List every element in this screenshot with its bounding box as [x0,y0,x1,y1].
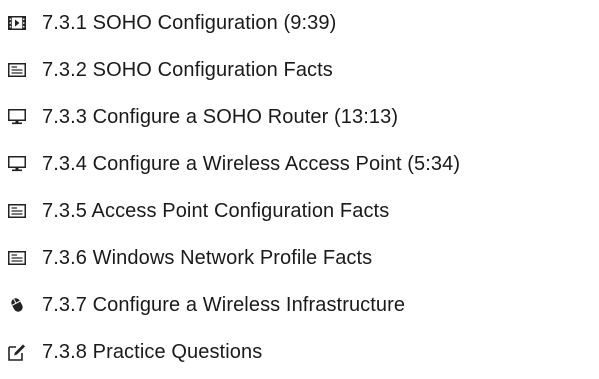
lesson-item-label: 7.3.2 SOHO Configuration Facts [42,58,333,81]
lesson-item-7-3-6[interactable]: 7.3.6 Windows Network Profile Facts [0,238,372,278]
document-icon [8,249,26,267]
lesson-item-7-3-3[interactable]: 7.3.3 Configure a SOHO Router (13:13) [0,97,398,137]
document-icon [8,61,26,79]
lesson-item-label: 7.3.7 Configure a Wireless Infrastructur… [42,293,406,316]
lesson-item-label: 7.3.6 Windows Network Profile Facts [42,246,373,269]
lesson-item-label: 7.3.4 Configure a Wireless Access Point … [42,152,461,175]
lesson-item-label: 7.3.8 Practice Questions [42,340,263,363]
video-icon [8,14,26,32]
lesson-item-label: 7.3.5 Access Point Configuration Facts [42,199,390,222]
lesson-item-7-3-4[interactable]: 7.3.4 Configure a Wireless Access Point … [0,144,460,184]
lesson-item-label: 7.3.3 Configure a SOHO Router (13:13) [42,105,399,128]
lesson-item-label: 7.3.1 SOHO Configuration (9:39) [42,11,337,34]
monitor-icon [8,108,26,126]
lesson-item-7-3-5[interactable]: 7.3.5 Access Point Configuration Facts [0,191,389,231]
lesson-item-7-3-7[interactable]: 7.3.7 Configure a Wireless Infrastructur… [0,285,405,325]
lesson-item-7-3-2[interactable]: 7.3.2 SOHO Configuration Facts [0,50,333,90]
document-icon [8,202,26,220]
lesson-item-7-3-8[interactable]: 7.3.8 Practice Questions [0,332,262,372]
mouse-icon [8,296,26,314]
lesson-item-7-3-1[interactable]: 7.3.1 SOHO Configuration (9:39) [0,3,336,43]
monitor-icon [8,155,26,173]
lesson-list: 7.3.1 SOHO Configuration (9:39) 7.3.2 SO… [0,0,599,379]
edit-icon [8,343,26,361]
